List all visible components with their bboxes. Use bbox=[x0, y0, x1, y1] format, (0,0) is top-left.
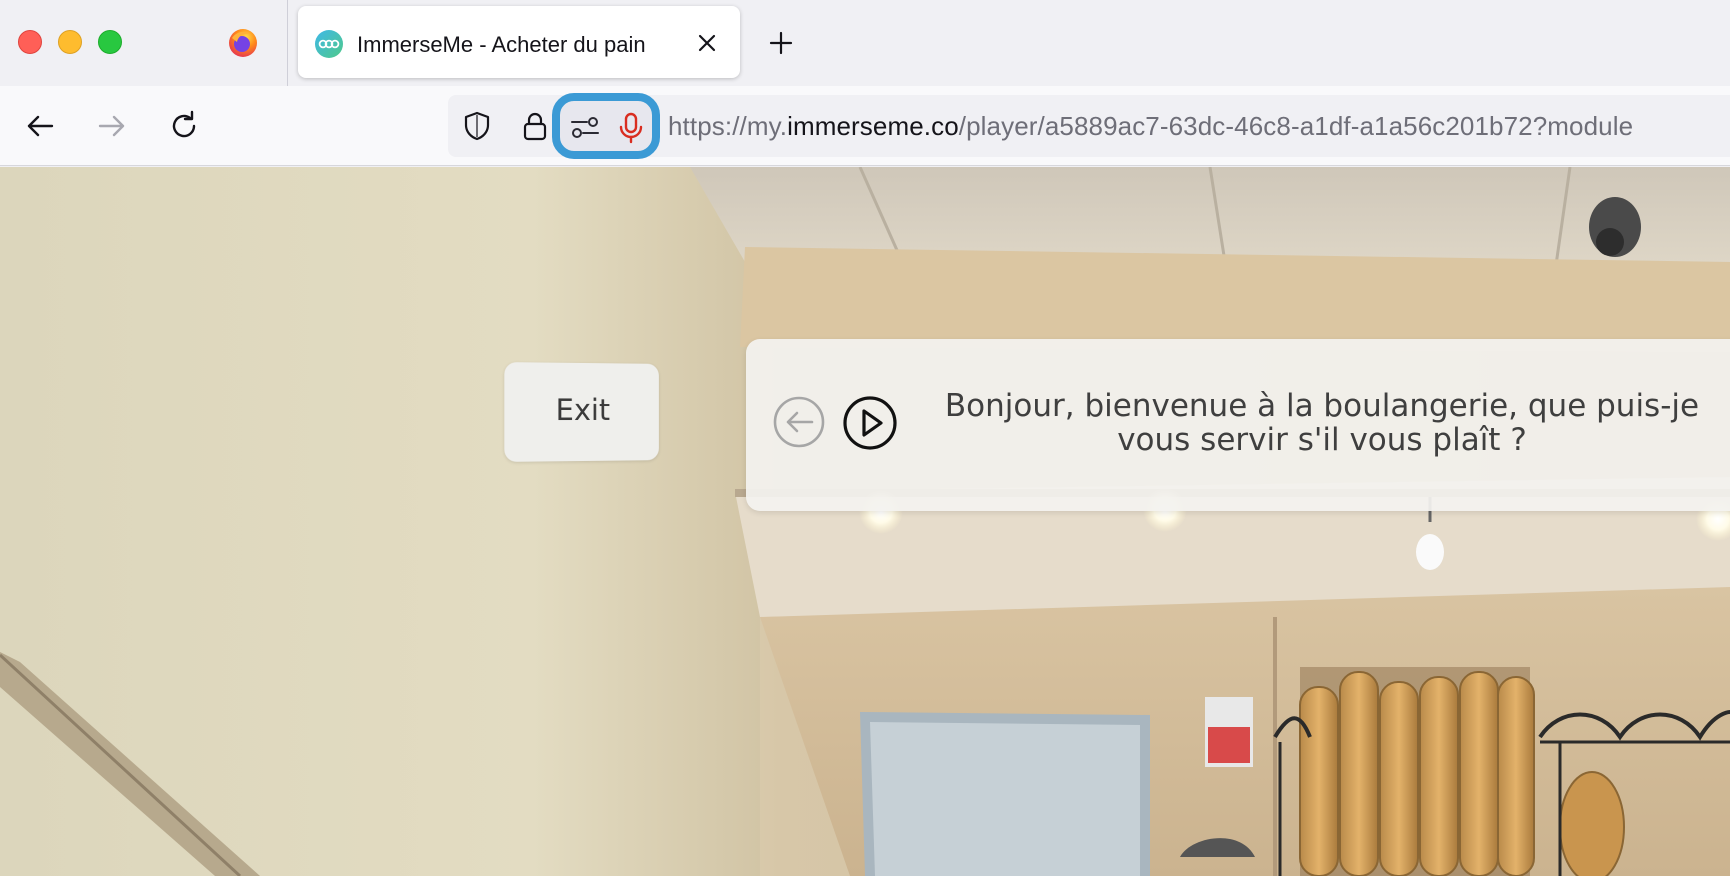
forward-arrow-icon[interactable] bbox=[94, 108, 130, 144]
reload-icon[interactable] bbox=[166, 108, 202, 144]
lock-icon[interactable] bbox=[518, 109, 552, 143]
back-arrow-icon[interactable] bbox=[22, 108, 58, 144]
tab-strip: ImmerseMe - Acheter du pain bbox=[0, 0, 1730, 86]
microphone-icon[interactable] bbox=[616, 111, 646, 145]
back-circle-icon[interactable] bbox=[772, 395, 826, 449]
shield-icon[interactable] bbox=[460, 109, 494, 143]
close-icon[interactable] bbox=[692, 28, 722, 58]
exit-label: Exit bbox=[555, 392, 611, 428]
url-text[interactable]: https://my.immerseme.co/player/a5889ac7-… bbox=[668, 111, 1633, 142]
permissions-settings-icon[interactable] bbox=[568, 113, 602, 143]
permissions-indicator[interactable] bbox=[552, 93, 660, 159]
zoom-window-button[interactable] bbox=[98, 30, 122, 54]
firefox-icon[interactable] bbox=[228, 28, 258, 58]
url-path: /player/a5889ac7-63dc-46c8-a1df-a1a56c20… bbox=[958, 111, 1634, 141]
tab-separator bbox=[287, 0, 288, 86]
exit-button[interactable]: Exit bbox=[504, 362, 659, 462]
dialogue-text: Bonjour, bienvenue à la boulangerie, que… bbox=[944, 388, 1700, 458]
tab-title: ImmerseMe - Acheter du pain bbox=[357, 32, 646, 57]
close-window-button[interactable] bbox=[18, 30, 42, 54]
bakery-panorama bbox=[0, 167, 1730, 876]
immerseme-favicon bbox=[315, 30, 343, 58]
immersive-player[interactable]: Exit Bonjour, bienvenue à la boulangerie… bbox=[0, 167, 1730, 876]
plus-icon[interactable] bbox=[766, 28, 796, 58]
url-bar[interactable]: https://my.immerseme.co/player/a5889ac7-… bbox=[448, 93, 1730, 159]
url-host: immerseme.co bbox=[787, 111, 959, 141]
minimize-window-button[interactable] bbox=[58, 30, 82, 54]
dialogue-panel: Bonjour, bienvenue à la boulangerie, que… bbox=[746, 339, 1730, 511]
baguettes bbox=[1299, 671, 1535, 876]
tab-immerseme[interactable]: ImmerseMe - Acheter du pain bbox=[298, 6, 740, 78]
navigation-toolbar: https://my.immerseme.co/player/a5889ac7-… bbox=[0, 86, 1730, 166]
url-prefix: https://my. bbox=[668, 111, 788, 141]
play-circle-icon[interactable] bbox=[842, 395, 898, 451]
